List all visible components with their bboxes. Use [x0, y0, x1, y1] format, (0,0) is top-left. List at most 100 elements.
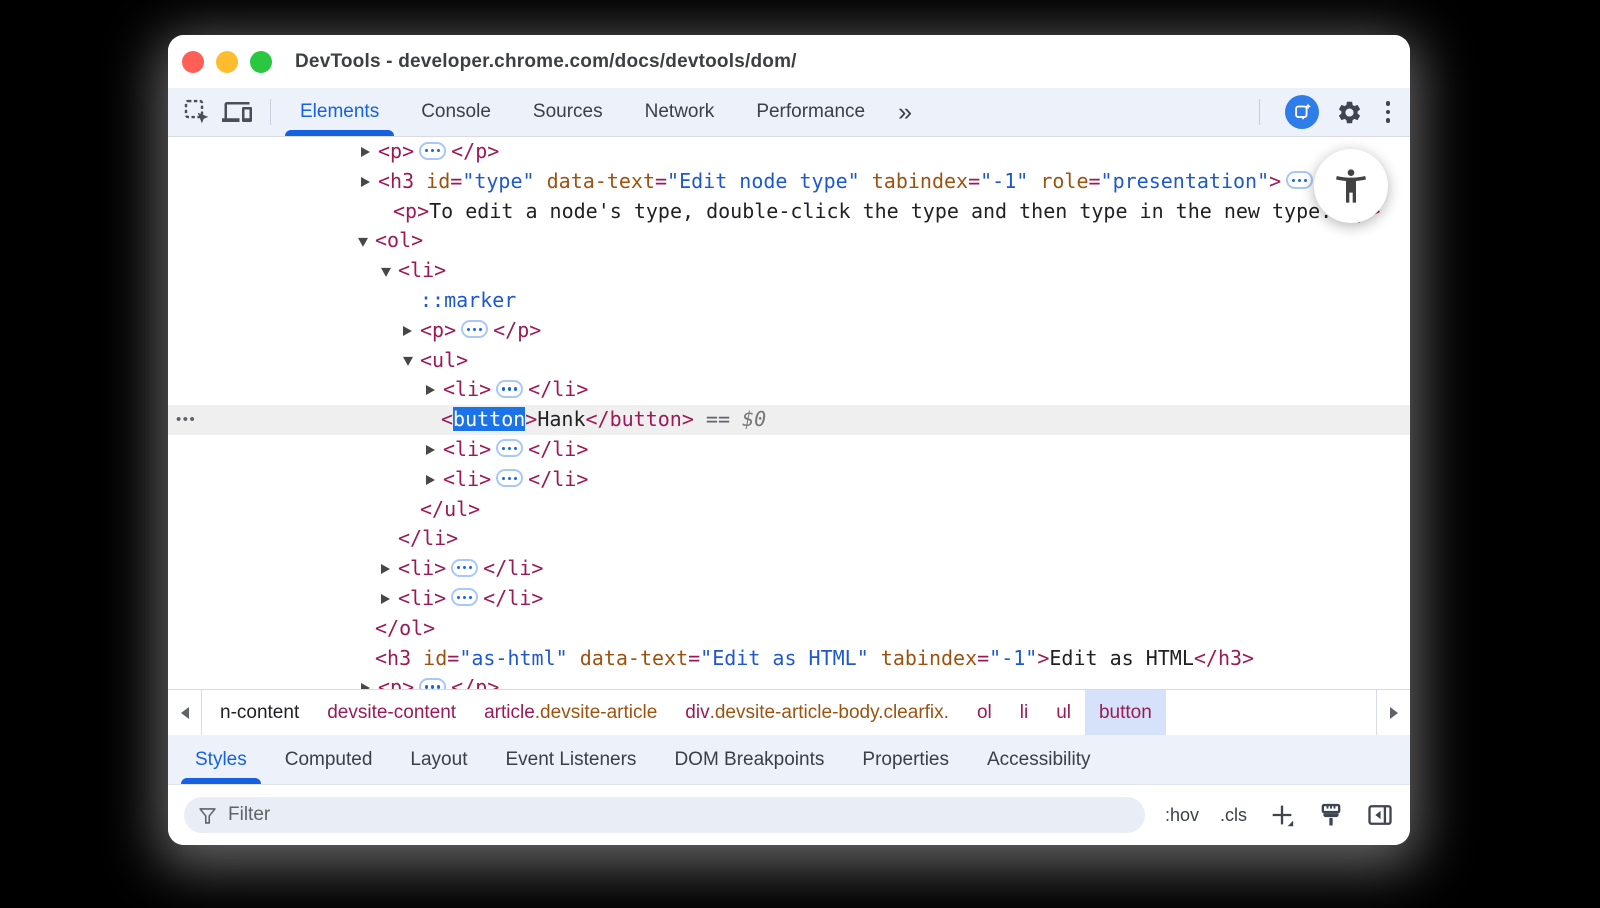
token-tag: > — [1037, 646, 1049, 670]
token-tag: <ol> — [375, 228, 423, 252]
token-tag: > — [1269, 169, 1281, 193]
ellipsis-expand-icon[interactable] — [496, 469, 523, 487]
dom-tree-row[interactable]: <ul> — [168, 346, 1410, 376]
zoom-button[interactable] — [250, 51, 272, 73]
token-tag: </p> — [493, 318, 541, 342]
ellipsis-expand-icon[interactable] — [461, 320, 488, 338]
dom-tree-row[interactable]: <h3 id="type" data-text="Edit node type"… — [168, 167, 1410, 197]
expand-arrow-down-icon[interactable] — [381, 268, 391, 277]
filter-input[interactable]: Filter — [184, 797, 1145, 833]
tab-elements[interactable]: Elements — [279, 88, 400, 136]
breadcrumb-item-li[interactable]: li — [1006, 690, 1042, 735]
styles-tab-dom-breakpoints[interactable]: DOM Breakpoints — [655, 735, 843, 784]
token-tag: </li> — [398, 526, 458, 550]
device-toolbar-icon[interactable] — [222, 97, 252, 127]
element-classes-button[interactable]: .cls — [1220, 805, 1247, 826]
ellipsis-expand-icon[interactable] — [451, 588, 478, 606]
dom-tree-row-selected[interactable]: •••<button>Hank</button> == $0 — [168, 405, 1410, 435]
dom-tree-row[interactable]: <li> — [168, 256, 1410, 286]
dom-tree-row[interactable]: <p></p> — [168, 137, 1410, 167]
ellipsis-expand-icon[interactable] — [419, 678, 446, 689]
dom-tree-row[interactable]: <li></li> — [168, 465, 1410, 495]
filter-bar-actions: :hov .cls — [1165, 801, 1394, 829]
dom-tree-row[interactable]: </li> — [168, 524, 1410, 554]
dom-tree-row[interactable]: <ol> — [168, 226, 1410, 256]
dom-tree-row[interactable]: </ol> — [168, 614, 1410, 644]
toggle-element-state-button[interactable]: :hov — [1165, 805, 1199, 826]
tab-console[interactable]: Console — [400, 88, 512, 136]
expand-arrow-down-icon[interactable] — [403, 357, 413, 366]
ellipsis-expand-icon[interactable] — [451, 559, 478, 577]
ellipsis-expand-icon[interactable] — [496, 439, 523, 457]
breadcrumb-item-devsite-content[interactable]: devsite-content — [313, 690, 470, 735]
expand-arrow-right-icon[interactable] — [426, 445, 435, 455]
tab-sources[interactable]: Sources — [512, 88, 624, 136]
token-text — [1028, 169, 1040, 193]
expand-arrow-right-icon[interactable] — [361, 683, 370, 689]
expand-arrow-right-icon[interactable] — [426, 385, 435, 395]
gear-icon[interactable] — [1336, 99, 1363, 126]
close-button[interactable] — [182, 51, 204, 73]
row-menu-icon[interactable]: ••• — [176, 405, 196, 435]
crumb-part-tag: devsite-content — [327, 702, 456, 724]
token-tag: </li> — [528, 467, 588, 491]
filter-placeholder: Filter — [228, 804, 270, 826]
dom-tree-row[interactable]: <li></li> — [168, 584, 1410, 614]
expand-arrow-right-icon[interactable] — [381, 564, 390, 574]
more-tabs-button[interactable]: » — [886, 100, 924, 125]
breadcrumb-item-button[interactable]: button — [1085, 690, 1166, 735]
minimize-button[interactable] — [216, 51, 238, 73]
styles-tab-computed[interactable]: Computed — [266, 735, 392, 784]
ellipsis-expand-icon[interactable] — [419, 142, 446, 160]
styles-tab-layout[interactable]: Layout — [391, 735, 486, 784]
devtools-toolbar: ElementsConsoleSourcesNetworkPerformance… — [168, 88, 1410, 137]
inspect-icon[interactable] — [182, 97, 212, 127]
dom-tree-row[interactable]: <h3 id="as-html" data-text="Edit as HTML… — [168, 644, 1410, 674]
token-attr: id — [426, 169, 450, 193]
new-style-rule-button[interactable] — [1268, 801, 1296, 829]
breadcrumb-item-ol[interactable]: ol — [963, 690, 1006, 735]
dom-tree-row[interactable]: <li></li> — [168, 554, 1410, 584]
token-tag: </li> — [528, 377, 588, 401]
breadcrumb-item-div-devsite-article-body-clearfix[interactable]: div.devsite-article-body.clearfix. — [671, 690, 963, 735]
token-tag: <li> — [443, 377, 491, 401]
token-text — [568, 646, 580, 670]
styles-tab-styles[interactable]: Styles — [176, 735, 266, 784]
dom-tree-row[interactable]: ::marker — [168, 286, 1410, 316]
expand-arrow-right-icon[interactable] — [361, 147, 370, 157]
ai-assistance-icon[interactable] — [1285, 95, 1319, 129]
breadcrumb-scroll-left-button[interactable] — [168, 690, 202, 735]
dom-tree-row[interactable]: <li> </li> — [168, 375, 1410, 405]
dom-tree-row[interactable]: <li></li> — [168, 435, 1410, 465]
ellipsis-expand-icon[interactable] — [1286, 171, 1313, 189]
expand-arrow-right-icon[interactable] — [426, 475, 435, 485]
brush-icon[interactable] — [1317, 801, 1345, 829]
ellipsis-expand-icon[interactable] — [496, 380, 523, 398]
breadcrumb-item-ul[interactable]: ul — [1042, 690, 1085, 735]
dom-tree-row[interactable]: <p>To edit a node's type, double-click t… — [168, 197, 1410, 227]
styles-tab-properties[interactable]: Properties — [843, 735, 968, 784]
breadcrumb-item-article-devsite-article[interactable]: article.devsite-article — [470, 690, 671, 735]
dom-tree-row[interactable]: </ul> — [168, 495, 1410, 525]
kebab-menu-icon[interactable] — [1380, 99, 1397, 125]
token-val: "type" — [462, 169, 534, 193]
expand-arrow-right-icon[interactable] — [361, 177, 370, 187]
tab-network[interactable]: Network — [624, 88, 736, 136]
token-tag: </ol> — [375, 616, 435, 640]
expand-arrow-down-icon[interactable] — [358, 238, 368, 247]
hide-sidebar-icon[interactable] — [1366, 801, 1394, 829]
dom-tree-row[interactable]: <p></p> — [168, 316, 1410, 346]
breadcrumb-item-n-content[interactable]: n-content — [206, 690, 313, 735]
traffic-lights — [182, 51, 272, 73]
expand-arrow-right-icon[interactable] — [403, 326, 412, 336]
styles-tab-event-listeners[interactable]: Event Listeners — [486, 735, 655, 784]
token-sel: button — [453, 407, 525, 431]
chevron-right-icon — [1390, 707, 1398, 719]
token-tag: </p> — [451, 675, 499, 689]
tab-performance[interactable]: Performance — [735, 88, 886, 136]
expand-arrow-right-icon[interactable] — [381, 594, 390, 604]
dom-tree-row[interactable]: <p></p> — [168, 673, 1410, 689]
breadcrumb-bar: n-content devsite-content article.devsite-… — [168, 689, 1410, 735]
styles-tab-accessibility[interactable]: Accessibility — [968, 735, 1109, 784]
breadcrumb-scroll-right-button[interactable] — [1376, 690, 1410, 735]
